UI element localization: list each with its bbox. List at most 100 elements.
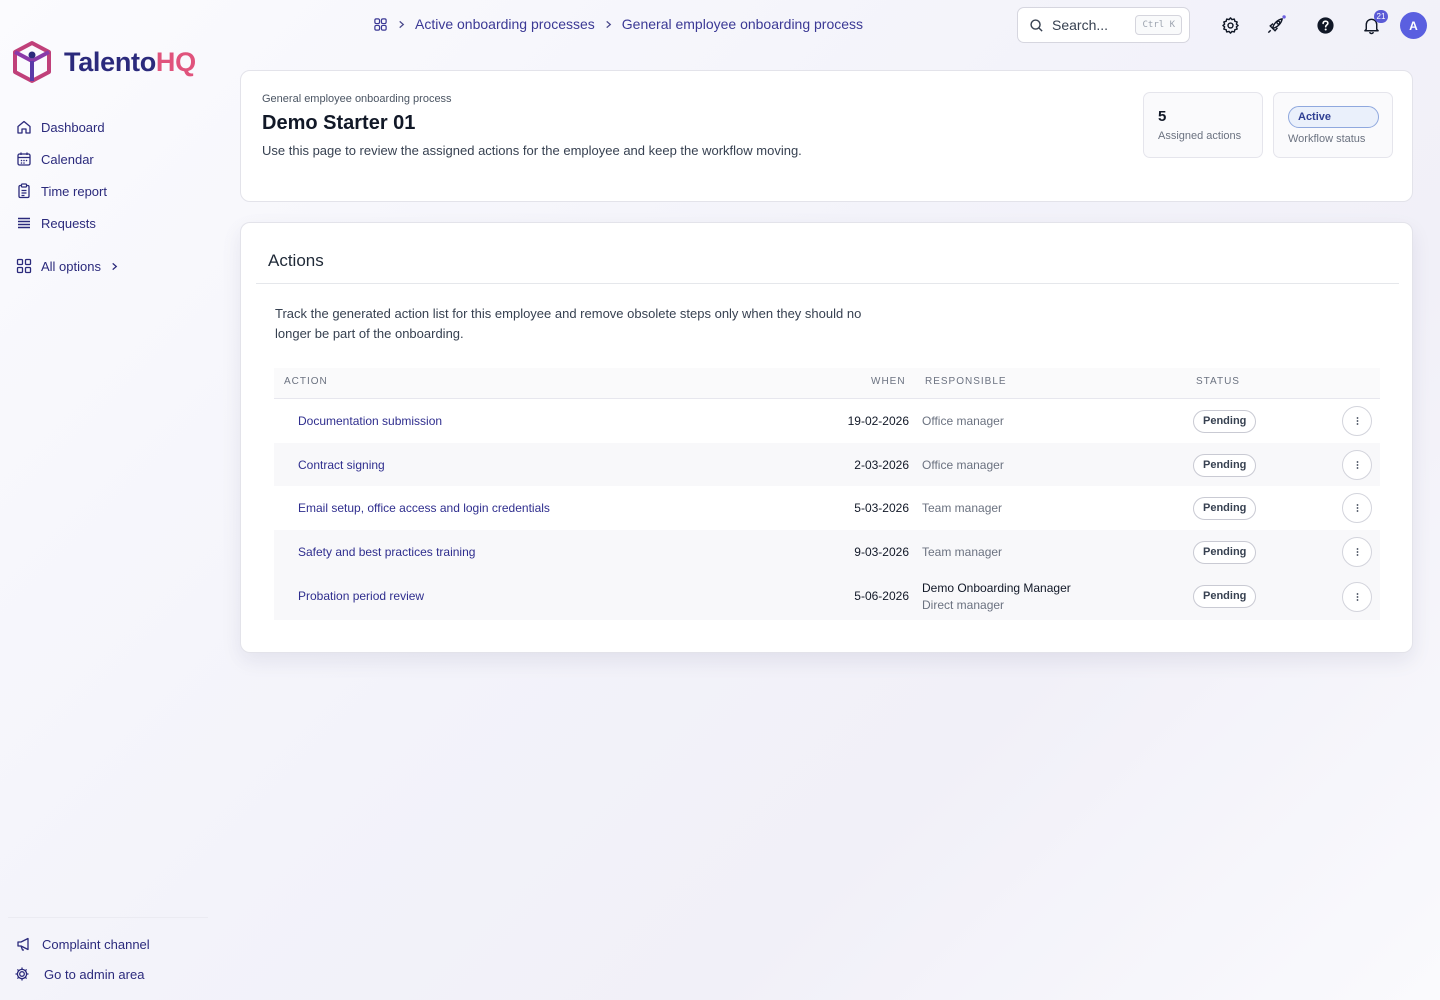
action-link[interactable]: Contract signing [298, 458, 385, 472]
action-date: 2-03-2026 [854, 457, 909, 472]
column-header-status[interactable]: STATUS [1196, 376, 1240, 387]
sidebar-item-calendar[interactable]: Calendar [16, 143, 119, 175]
sidebar-item-label: Calendar [41, 151, 94, 167]
actions-table: ACTION WHEN RESPONSIBLE STATUS Documenta… [274, 368, 1380, 620]
sidebar-footer: Complaint channel Go to admin area [8, 917, 208, 982]
action-date: 5-03-2026 [854, 501, 909, 515]
section-title: Actions [268, 251, 324, 270]
workflow-status-stat: Active Workflow status [1273, 92, 1393, 158]
assigned-actions-label: Assigned actions [1158, 130, 1242, 142]
action-link[interactable]: Documentation submission [298, 414, 442, 428]
nav-divider [16, 239, 119, 250]
action-responsible: Team manager [922, 501, 1003, 515]
breadcrumb-current[interactable]: General employee onboarding process [622, 16, 863, 32]
row-menu-button[interactable] [1342, 493, 1372, 523]
action-date: 9-03-2026 [854, 544, 909, 559]
page-title: Demo Starter 01 [262, 112, 416, 134]
action-link[interactable]: Safety and best practices training [298, 545, 475, 559]
more-vertical-icon [1356, 417, 1358, 425]
status-badge: Pending [1193, 540, 1257, 564]
megaphone-icon [17, 937, 29, 951]
page-description: Use this page to review the assigned act… [262, 143, 802, 158]
table-row: Documentation submission 19-02-2026 Offi… [274, 399, 1380, 443]
process-header-card: General employee onboarding process Demo… [240, 70, 1413, 202]
home-icon [17, 120, 31, 134]
column-header-action[interactable]: ACTION [284, 376, 328, 387]
chevron-right-icon [606, 20, 612, 28]
row-menu-button[interactable] [1342, 449, 1372, 480]
column-header-responsible[interactable]: RESPONSIBLE [925, 376, 1007, 387]
whats-new-button[interactable] [1264, 14, 1286, 36]
help-button[interactable] [1314, 14, 1336, 36]
actions-card: Actions Track the generated action list … [240, 222, 1413, 653]
row-menu-button[interactable] [1342, 536, 1372, 567]
column-header-when[interactable]: WHEN [871, 376, 906, 387]
sidebar-item-dashboard[interactable]: Dashboard [16, 111, 119, 143]
section-description: Track the generated action list for this… [275, 306, 862, 341]
sidebar-item-label: All options [41, 258, 101, 274]
table-row: Email setup, office access and login cre… [274, 486, 1380, 530]
search-input[interactable]: Search... Ctrl K [1017, 7, 1190, 43]
status-badge: Pending [1193, 453, 1257, 477]
chevron-right-icon [112, 262, 118, 270]
row-menu-button[interactable] [1342, 406, 1372, 436]
sidebar-item-requests[interactable]: Requests [16, 207, 119, 239]
complaint-channel-link[interactable]: Complaint channel [16, 936, 150, 952]
more-vertical-icon [1356, 547, 1358, 556]
row-menu-button[interactable] [1342, 582, 1372, 612]
action-responsible: Demo Onboarding Manager Direct manager [922, 580, 1071, 614]
sidebar-item-label: Requests [41, 215, 96, 231]
status-badge: Pending [1193, 585, 1257, 608]
sidebar-item-all-options[interactable]: All options [16, 250, 119, 282]
clipboard-icon [18, 183, 30, 199]
grid-icon[interactable] [373, 17, 388, 32]
table-row: Contract signing 2-03-2026 Office manage… [274, 442, 1380, 486]
brand-logo[interactable]: TalentoHQ [12, 40, 196, 84]
action-date: 5-06-2026 [854, 589, 909, 603]
breadcrumb-item[interactable]: Active onboarding processes [415, 16, 595, 32]
process-name: General employee onboarding process [262, 93, 452, 105]
status-badge: Pending [1193, 410, 1257, 433]
table-row: Safety and best practices training 9-03-… [274, 529, 1380, 573]
brand-name: TalentoHQ [64, 46, 196, 77]
assigned-actions-stat: 5 Assigned actions [1143, 92, 1263, 158]
sidebar-item-label: Time report [41, 183, 107, 199]
divider [256, 283, 1399, 284]
responsible-role: Direct manager [922, 598, 1005, 612]
calendar-icon [17, 152, 31, 166]
action-responsible: Team manager [922, 544, 1003, 559]
search-shortcut-hint: Ctrl K [1135, 15, 1182, 35]
more-vertical-icon [1356, 504, 1358, 512]
search-placeholder: Search... [1052, 17, 1109, 33]
gear-icon [1221, 16, 1239, 34]
status-badge: Active [1288, 106, 1379, 128]
table-header: ACTION WHEN RESPONSIBLE STATUS [274, 368, 1380, 399]
logo-cube-icon [13, 41, 51, 83]
more-vertical-icon [1356, 593, 1358, 601]
chevron-right-icon [399, 20, 405, 28]
action-responsible: Office manager [922, 457, 1004, 472]
sidebar-nav: Dashboard Calendar Time report Requests … [16, 111, 119, 282]
search-icon [1030, 18, 1043, 32]
responsible-person: Demo Onboarding Manager [922, 581, 1071, 595]
help-icon [1316, 16, 1334, 34]
grid-icon [16, 258, 32, 274]
admin-area-link[interactable]: Go to admin area [14, 966, 144, 982]
rocket-icon [1267, 14, 1286, 33]
admin-area-label: Go to admin area [44, 966, 145, 982]
sidebar: TalentoHQ Dashboard Calendar Time report… [0, 0, 210, 1000]
sidebar-item-time-report[interactable]: Time report [16, 175, 119, 207]
notification-count-badge: 21 [1374, 10, 1388, 23]
action-link[interactable]: Email setup, office access and login cre… [298, 501, 550, 515]
gear-icon [15, 967, 29, 981]
action-responsible: Office manager [922, 414, 1004, 428]
breadcrumb: Active onboarding processes General empl… [373, 16, 863, 32]
settings-button[interactable] [1219, 14, 1241, 36]
complaint-channel-label: Complaint channel [42, 936, 150, 952]
action-link[interactable]: Probation period review [298, 589, 424, 603]
action-date: 19-02-2026 [847, 414, 909, 428]
avatar[interactable]: A [1400, 12, 1427, 39]
more-vertical-icon [1356, 460, 1358, 469]
assigned-actions-count: 5 [1158, 108, 1167, 125]
workflow-status-label: Workflow status [1288, 133, 1366, 145]
